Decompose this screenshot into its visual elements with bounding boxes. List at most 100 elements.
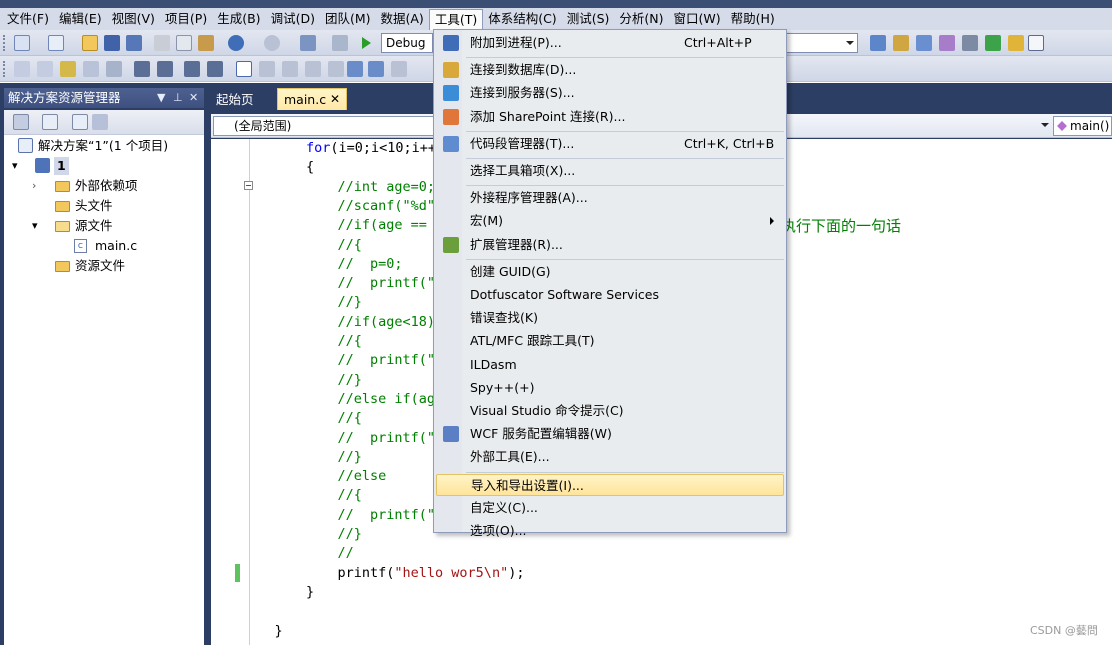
decrease-indent-icon[interactable] <box>134 61 150 77</box>
menu-item[interactable]: 扩展管理器(R)... <box>436 234 784 256</box>
extension-manager-toolbar-icon[interactable] <box>1008 35 1024 51</box>
menu-item-label: 外接程序管理器(A)... <box>470 190 588 206</box>
save-icon[interactable] <box>104 35 120 51</box>
menu-build[interactable]: 生成(B) <box>212 9 265 29</box>
menu-item[interactable]: 自定义(C)... <box>436 497 784 519</box>
collapse-arrow-icon[interactable]: ▾ <box>32 217 38 235</box>
pin-icon[interactable]: ⊥ <box>173 88 183 108</box>
list-members-icon[interactable] <box>14 61 30 77</box>
menu-item[interactable]: Visual Studio 命令提示(C) <box>436 400 784 422</box>
toolbar-grip[interactable] <box>3 35 6 51</box>
solution-configuration-select[interactable]: Debug <box>381 33 433 53</box>
toolbox-icon[interactable] <box>962 35 978 51</box>
open-file-icon[interactable] <box>82 35 98 51</box>
view-code-icon[interactable] <box>72 114 88 130</box>
cut-icon[interactable] <box>154 35 170 51</box>
previous-bookmark-doc-icon[interactable] <box>347 61 363 77</box>
scope-select[interactable]: (全局范围) <box>213 116 435 136</box>
menu-item[interactable]: 附加到进程(P)... Ctrl+Alt+P <box>436 32 784 54</box>
start-page-icon[interactable] <box>985 35 1001 51</box>
menu-item[interactable]: 代码段管理器(T)... Ctrl+K, Ctrl+B <box>436 133 784 155</box>
new-project-icon[interactable] <box>14 35 30 51</box>
navigate-backward-icon[interactable] <box>300 35 316 51</box>
menu-item[interactable]: ATL/MFC 跟踪工具(T) <box>436 330 784 352</box>
add-item-icon[interactable] <box>48 35 64 51</box>
close-icon[interactable]: ✕ <box>189 88 198 108</box>
next-bookmark-icon[interactable] <box>282 61 298 77</box>
menu-item[interactable]: 外部工具(E)... <box>436 446 784 468</box>
menu-edit[interactable]: 编辑(E) <box>54 9 107 29</box>
project-node[interactable]: ▾ 1 <box>12 157 72 175</box>
collapse-arrow-icon[interactable]: ▾ <box>12 157 18 175</box>
menu-view[interactable]: 视图(V) <box>107 9 160 29</box>
copy-icon[interactable] <box>176 35 192 51</box>
menu-analyze[interactable]: 分析(N) <box>614 9 668 29</box>
class-view-icon[interactable] <box>92 114 108 130</box>
menu-window[interactable]: 窗口(W) <box>669 9 726 29</box>
menu-tools[interactable]: 工具(T) <box>428 8 484 30</box>
menu-item[interactable]: 创建 GUID(G) <box>436 261 784 283</box>
next-bookmark-doc-icon[interactable] <box>368 61 384 77</box>
menu-architecture[interactable]: 体系结构(C) <box>483 9 561 29</box>
show-all-files-icon[interactable] <box>42 114 58 130</box>
find-combo[interactable] <box>785 33 858 53</box>
redo-icon[interactable] <box>264 35 280 51</box>
menu-team[interactable]: 团队(M) <box>320 9 376 29</box>
window-position-icon[interactable]: ▼ <box>157 88 165 108</box>
menu-data[interactable]: 数据(A) <box>376 9 429 29</box>
properties-icon[interactable] <box>916 35 932 51</box>
chevron-down-icon[interactable] <box>1041 123 1049 127</box>
complete-word-icon[interactable] <box>83 61 99 77</box>
menu-item[interactable]: 添加 SharePoint 连接(R)... <box>436 106 784 128</box>
properties-icon[interactable] <box>13 114 29 130</box>
menu-item[interactable]: 导入和导出设置(I)... <box>436 473 784 496</box>
save-all-icon[interactable] <box>126 35 142 51</box>
close-tab-icon[interactable]: ✕ <box>330 89 340 110</box>
solution-explorer-icon[interactable] <box>893 35 909 51</box>
function-select[interactable]: main() <box>1053 116 1112 136</box>
menu-item[interactable]: 连接到服务器(S)... <box>436 82 784 104</box>
previous-bookmark-folder-icon[interactable] <box>305 61 321 77</box>
menu-item[interactable]: 宏(M) <box>436 210 784 232</box>
toggle-bookmark-icon[interactable] <box>236 61 252 77</box>
clear-bookmarks-icon[interactable] <box>391 61 407 77</box>
menu-item[interactable]: Spy++(+) <box>436 377 784 399</box>
start-debugging-icon[interactable] <box>362 37 371 49</box>
parameter-info-icon[interactable] <box>37 61 53 77</box>
previous-bookmark-icon[interactable] <box>259 61 275 77</box>
menu-file[interactable]: 文件(F) <box>2 9 54 29</box>
menu-item[interactable]: 连接到数据库(D)... <box>436 59 784 81</box>
collapse-outline-icon[interactable] <box>244 181 253 190</box>
display-word-icon[interactable] <box>106 61 122 77</box>
menu-item[interactable]: WCF 服务配置编辑器(W) <box>436 423 784 445</box>
tab-main-c[interactable]: main.c ✕ <box>277 88 347 110</box>
command-window-icon[interactable] <box>1028 35 1044 51</box>
menu-item[interactable]: 错误查找(K) <box>436 307 784 329</box>
toolbar-grip[interactable] <box>3 61 6 77</box>
menu-debug[interactable]: 调试(D) <box>266 9 320 29</box>
expand-arrow-icon[interactable]: › <box>32 177 36 195</box>
menu-item[interactable]: 选择工具箱项(X)... <box>436 160 784 182</box>
menu-help[interactable]: 帮助(H) <box>726 9 780 29</box>
tab-start-page[interactable]: 起始页 <box>212 90 258 110</box>
uncomment-icon[interactable] <box>207 61 223 77</box>
menu-project[interactable]: 项目(P) <box>160 9 212 29</box>
comment-out-icon[interactable] <box>184 61 200 77</box>
menu-test[interactable]: 测试(S) <box>562 9 615 29</box>
undo-icon[interactable] <box>228 35 244 51</box>
menu-item[interactable]: Dotfuscator Software Services <box>436 284 784 306</box>
navigate-forward-icon[interactable] <box>332 35 348 51</box>
menu-item-label: 自定义(C)... <box>470 499 538 515</box>
menu-item[interactable]: 外接程序管理器(A)... <box>436 187 784 209</box>
increase-indent-icon[interactable] <box>157 61 173 77</box>
menu-item[interactable]: 选项(O)... <box>436 520 784 542</box>
object-browser-icon[interactable] <box>939 35 955 51</box>
find-in-files-icon[interactable] <box>870 35 886 51</box>
code-token: } <box>274 622 283 639</box>
paste-icon[interactable] <box>198 35 214 51</box>
quick-info-icon[interactable] <box>60 61 76 77</box>
menu-item[interactable]: ILDasm <box>436 354 784 376</box>
next-bookmark-folder-icon[interactable] <box>328 61 344 77</box>
menu-item-label: 连接到数据库(D)... <box>470 62 577 78</box>
solution-icon <box>18 138 33 153</box>
